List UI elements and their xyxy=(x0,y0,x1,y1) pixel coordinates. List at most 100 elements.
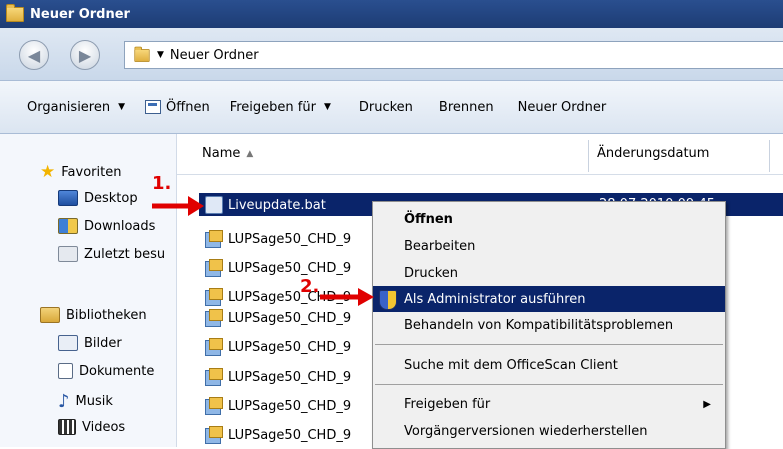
file-name: LUPSage50_CHD_9 xyxy=(228,310,352,326)
menu-item-open[interactable]: Öffnen xyxy=(373,206,725,232)
navigation-pane: ★ Favoriten Desktop Downloads Zuletzt be… xyxy=(0,134,177,447)
submenu-arrow-icon: ▶ xyxy=(703,398,711,410)
folder-icon xyxy=(134,46,150,62)
print-label: Drucken xyxy=(358,99,413,115)
new-folder-label: Neuer Ordner xyxy=(517,99,607,115)
nav-item-desktop[interactable]: Desktop xyxy=(58,190,138,206)
print-button[interactable]: Drucken xyxy=(359,100,413,115)
share-label: Freigeben für xyxy=(229,99,316,115)
forward-button[interactable]: ▶ xyxy=(70,40,100,70)
nav-label: Bilder xyxy=(84,335,122,351)
open-button[interactable]: Öffnen xyxy=(145,100,210,115)
sort-ascending-icon: ▲ xyxy=(246,148,254,159)
nav-item-libraries[interactable]: Bibliotheken xyxy=(40,307,147,323)
nav-label: Dokumente xyxy=(79,363,155,379)
title-bar: Neuer Ordner xyxy=(0,0,783,28)
annotation-step-2: 2. xyxy=(300,276,320,297)
column-divider[interactable] xyxy=(769,140,770,172)
open-icon xyxy=(145,100,162,114)
back-arrow-icon: ◀ xyxy=(27,45,41,65)
open-label: Öffnen xyxy=(166,99,210,115)
file-row[interactable]: LUPSage50_CHD_9 xyxy=(205,366,351,388)
file-name: LUPSage50_CHD_9 xyxy=(228,231,352,247)
menu-label: Behandeln von Kompatibilitätsproblemen xyxy=(404,317,674,333)
menu-item-troubleshoot-compatibility[interactable]: Behandeln von Kompatibilitätsproblemen xyxy=(373,312,725,338)
file-row-liveupdate[interactable]: Liveupdate.bat xyxy=(205,194,326,216)
setup-file-icon xyxy=(205,288,223,306)
back-button[interactable]: ◀ xyxy=(19,40,49,70)
nav-label: Downloads xyxy=(84,218,156,234)
annotation-arrow-2 xyxy=(320,288,374,306)
menu-item-officescan[interactable]: Suche mit dem OfficeScan Client xyxy=(373,352,725,378)
file-row[interactable]: LUPSage50_CHD_9 xyxy=(205,336,351,358)
burn-label: Brennen xyxy=(438,99,494,115)
nav-item-pictures[interactable]: Bilder xyxy=(58,335,122,351)
command-bar: Organisieren ▼ Öffnen Freigeben für ▼ Dr… xyxy=(0,81,783,134)
nav-item-videos[interactable]: Videos xyxy=(58,419,125,435)
library-icon xyxy=(40,307,60,323)
menu-label: Bearbeiten xyxy=(404,238,476,254)
nav-label: Desktop xyxy=(84,190,138,206)
music-icon: ♪ xyxy=(58,391,70,412)
nav-item-favorites[interactable]: ★ Favoriten xyxy=(40,162,121,182)
column-header-name[interactable]: Name ▲ xyxy=(202,146,253,161)
file-name: Liveupdate.bat xyxy=(228,197,326,213)
file-row[interactable]: LUPSage50_CHD_9 xyxy=(205,257,351,279)
uac-shield-icon xyxy=(379,290,397,310)
setup-file-icon xyxy=(205,397,223,415)
file-row[interactable]: LUPSage50_CHD_9 xyxy=(205,228,351,250)
forward-arrow-icon: ▶ xyxy=(78,45,92,65)
setup-file-icon xyxy=(205,426,223,444)
column-label: Name xyxy=(202,146,241,161)
menu-label: Drucken xyxy=(404,265,459,281)
file-name: LUPSage50_CHD_9 xyxy=(228,369,352,385)
nav-item-documents[interactable]: Dokumente xyxy=(58,363,154,379)
file-name: LUPSage50_CHD_9 xyxy=(228,398,352,414)
menu-label: Vorgängerversionen wiederherstellen xyxy=(404,423,648,439)
menu-item-run-as-admin[interactable]: Als Administrator ausführen xyxy=(373,286,725,312)
desktop-icon xyxy=(58,190,78,206)
nav-label: Zuletzt besu xyxy=(84,246,166,262)
menu-item-share-with[interactable]: Freigeben für ▶ xyxy=(373,391,725,417)
setup-file-icon xyxy=(205,259,223,277)
nav-item-downloads[interactable]: Downloads xyxy=(58,218,155,234)
breadcrumb-dropdown-icon[interactable]: ▼ xyxy=(157,50,164,60)
new-folder-button[interactable]: Neuer Ordner xyxy=(518,100,607,115)
menu-separator xyxy=(375,344,723,345)
folder-icon xyxy=(6,3,24,22)
videos-icon xyxy=(58,419,76,435)
share-button[interactable]: Freigeben für ▼ xyxy=(230,100,331,115)
nav-label: Musik xyxy=(75,394,113,409)
menu-item-print[interactable]: Drucken xyxy=(373,260,725,286)
nav-label: Videos xyxy=(82,419,126,435)
column-header-date[interactable]: Änderungsdatum xyxy=(597,146,709,161)
recent-places-icon xyxy=(58,246,78,262)
menu-label: Öffnen xyxy=(404,211,453,227)
file-name: LUPSage50_CHD_9 xyxy=(228,339,352,355)
downloads-icon xyxy=(58,218,78,234)
file-row[interactable]: LUPSage50_CHD_9 xyxy=(205,424,351,446)
window-title: Neuer Ordner xyxy=(30,6,130,22)
menu-separator xyxy=(375,384,723,385)
file-row[interactable]: LUPSage50_CHD_9 xyxy=(205,395,351,417)
column-divider[interactable] xyxy=(588,140,589,172)
file-name: LUPSage50_CHD_9 xyxy=(228,427,352,443)
nav-item-music[interactable]: ♪ Musik xyxy=(58,391,113,412)
nav-label: Favoriten xyxy=(61,164,122,180)
file-name: LUPSage50_CHD_9 xyxy=(228,260,352,276)
menu-label: Als Administrator ausführen xyxy=(404,291,586,307)
star-icon: ★ xyxy=(40,162,56,182)
pictures-icon xyxy=(58,335,78,351)
burn-button[interactable]: Brennen xyxy=(439,100,494,115)
menu-label: Freigeben für xyxy=(404,396,491,412)
nav-item-recent[interactable]: Zuletzt besu xyxy=(58,246,165,262)
batch-file-icon xyxy=(205,196,223,214)
menu-item-edit[interactable]: Bearbeiten xyxy=(373,233,725,259)
setup-file-icon xyxy=(205,338,223,356)
breadcrumb-item[interactable]: Neuer Ordner xyxy=(170,48,259,63)
file-row[interactable]: LUPSage50_CHD_9 xyxy=(205,307,351,329)
organize-button[interactable]: Organisieren ▼ xyxy=(27,100,125,115)
address-bar[interactable]: ▼ Neuer Ordner xyxy=(124,41,783,69)
menu-item-restore-previous-versions[interactable]: Vorgängerversionen wiederherstellen xyxy=(373,418,725,444)
annotation-arrow-1 xyxy=(152,196,204,216)
